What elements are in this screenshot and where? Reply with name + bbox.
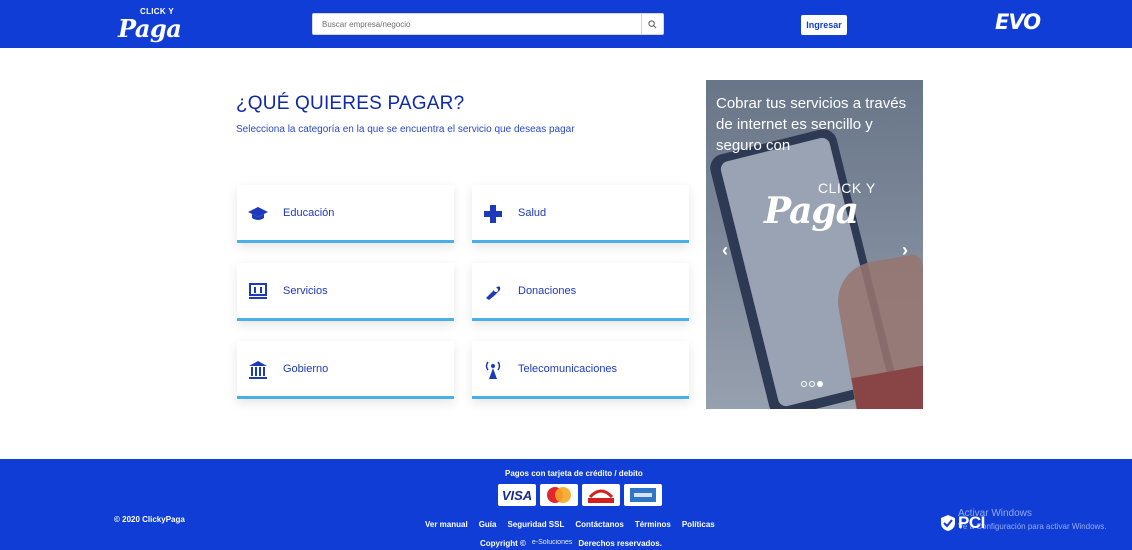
category-card-educacion[interactable]: Educación <box>237 185 454 243</box>
windows-activation-watermark: Activar Windows Ve a Configuración para … <box>958 507 1107 533</box>
category-card-telecomunicaciones[interactable]: Telecomunicaciones <box>472 341 689 399</box>
clickypaga-logo[interactable]: CLICK Y Paga <box>116 6 196 43</box>
esoluciones-logo: e-Soluciones <box>531 539 573 546</box>
card-brands: VISA <box>498 484 662 506</box>
evo-partner-logo: EVO <box>995 10 1041 34</box>
category-card-servicios[interactable]: Servicios <box>237 263 454 321</box>
activation-line1: Activar Windows <box>958 508 1032 519</box>
government-building-icon <box>247 359 269 381</box>
copyright-label: Copyright © <box>480 539 526 548</box>
search-button[interactable] <box>641 14 663 34</box>
category-label: Donaciones <box>518 285 577 297</box>
antenna-icon <box>482 359 504 381</box>
monitor-icon <box>247 281 269 303</box>
graduation-cap-icon <box>247 203 269 225</box>
search-icon <box>648 19 657 28</box>
footer-links: Ver manual Guía Seguridad SSL Contáctano… <box>425 520 715 529</box>
search-input[interactable] <box>313 14 643 34</box>
category-card-salud[interactable]: Salud <box>472 185 689 243</box>
category-label: Salud <box>518 207 547 219</box>
promo-carousel[interactable]: Cobrar tus servicios a través de interne… <box>706 80 923 409</box>
carousel-logo-big: Paga <box>764 190 859 232</box>
login-button[interactable]: Ingresar <box>801 15 847 35</box>
carousel-dot[interactable] <box>801 381 807 387</box>
category-label: Telecomunicaciones <box>518 363 618 375</box>
carousel-indicators <box>801 381 823 387</box>
search-box <box>312 13 664 35</box>
carousel-prev-arrow-icon[interactable]: ‹ <box>718 240 732 260</box>
link-ver-manual[interactable]: Ver manual <box>425 520 468 529</box>
category-label: Gobierno <box>283 363 329 375</box>
carnet-logo-icon <box>582 484 620 506</box>
link-guia[interactable]: Guía <box>479 520 497 529</box>
carousel-dot[interactable] <box>809 381 815 387</box>
category-label: Servicios <box>283 285 328 297</box>
page-subtitle: Selecciona la categoría en la que se enc… <box>236 124 575 135</box>
link-seguridad-ssl[interactable]: Seguridad SSL <box>507 520 564 529</box>
top-header: CLICK Y Paga Ingresar EVO <box>0 0 1132 48</box>
shield-check-icon <box>941 515 955 531</box>
rights-reserved: Derechos reservados. <box>578 539 662 548</box>
category-card-gobierno[interactable]: Gobierno <box>237 341 454 399</box>
category-card-donaciones[interactable]: Donaciones <box>472 263 689 321</box>
page-title: ¿QUÉ QUIERES PAGAR? <box>236 93 465 114</box>
hand-donation-icon <box>482 281 504 303</box>
activation-line2: Ve a Configuración para activar Windows. <box>958 522 1107 531</box>
carousel-next-arrow-icon[interactable]: › <box>898 240 912 260</box>
logo-big-text: Paga <box>118 14 182 43</box>
link-terminos[interactable]: Términos <box>635 520 671 529</box>
footer-copyright-year: © 2020 ClickyPaga <box>114 515 185 524</box>
link-politicas[interactable]: Políticas <box>682 520 715 529</box>
carousel-dot-active[interactable] <box>817 381 823 387</box>
payment-methods-title: Pagos con tarjeta de crédito / debito <box>505 469 643 478</box>
amex-logo-icon <box>624 484 662 506</box>
medical-cross-icon <box>482 203 504 225</box>
category-label: Educación <box>283 207 335 219</box>
carousel-caption: Cobrar tus servicios a través de interne… <box>716 95 907 154</box>
footer-copyright: Copyright © e-Soluciones Derechos reserv… <box>480 539 662 548</box>
visa-logo-icon: VISA <box>498 484 536 506</box>
mastercard-logo-icon <box>540 484 578 506</box>
link-contactanos[interactable]: Contáctanos <box>575 520 623 529</box>
page-footer: © 2020 ClickyPaga Pagos con tarjeta de c… <box>0 459 1132 550</box>
